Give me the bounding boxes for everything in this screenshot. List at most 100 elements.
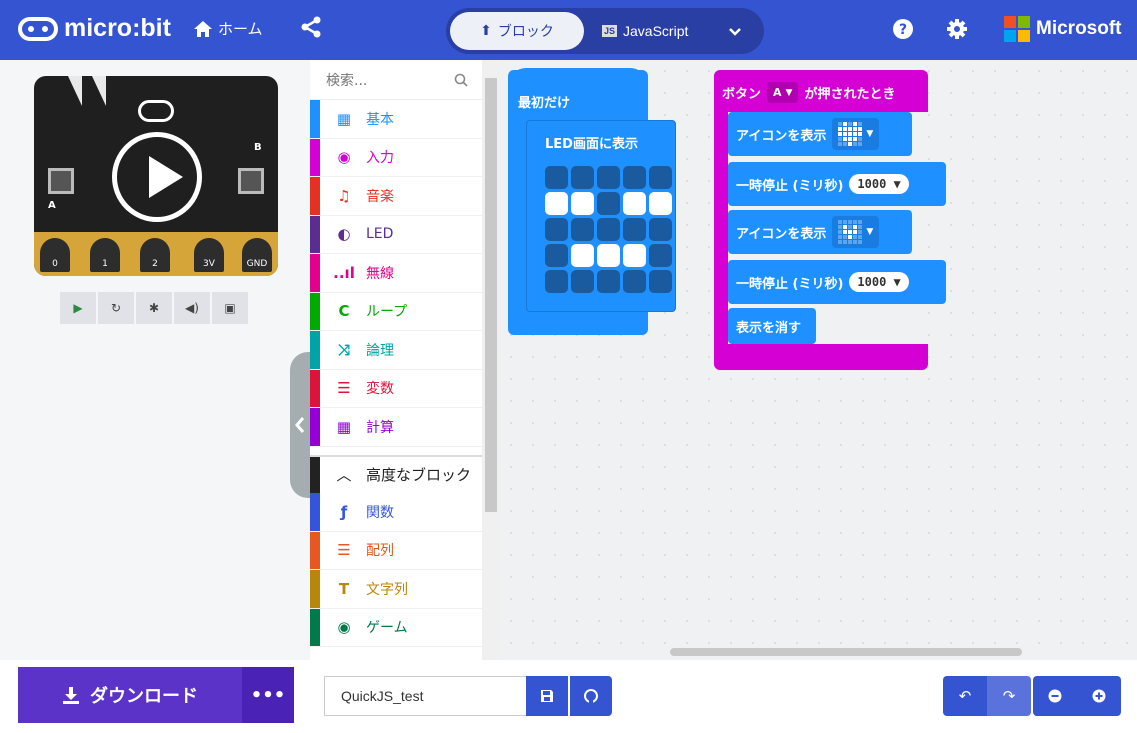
search-input[interactable]: 検索... <box>326 70 367 90</box>
blocks-mode-button[interactable]: ⬆ ブロック <box>450 12 584 50</box>
led-cell[interactable] <box>597 244 620 267</box>
toolbox-category-8[interactable]: ▦ 計算 <box>310 408 482 447</box>
javascript-mode-label: JavaScript <box>623 23 689 39</box>
debug-button[interactable]: ✱ <box>136 292 172 324</box>
more-options-button[interactable]: ••• <box>242 667 294 723</box>
microsoft-logo[interactable]: Microsoft <box>1004 16 1122 42</box>
category-icon: C <box>338 302 350 321</box>
led-cell[interactable] <box>545 192 568 215</box>
download-button[interactable]: ダウンロード <box>18 667 242 723</box>
redo-button[interactable]: ↷ <box>987 676 1031 716</box>
led-cell[interactable] <box>623 270 646 293</box>
show-leds-block[interactable]: LED画面に表示 <box>526 120 676 312</box>
toolbox-scrollbar[interactable] <box>482 60 500 660</box>
category-color-bar <box>310 215 320 253</box>
mute-button[interactable]: ◀) <box>174 292 210 324</box>
button-b[interactable] <box>238 168 264 194</box>
save-button[interactable] <box>526 676 568 716</box>
led-cell[interactable] <box>597 218 620 241</box>
led-cell[interactable] <box>623 244 646 267</box>
clear-screen-block[interactable]: 表示を消す <box>728 308 816 344</box>
led-cell[interactable] <box>649 244 672 267</box>
led-cell[interactable] <box>571 270 594 293</box>
toolbox-scroll-thumb[interactable] <box>485 78 497 512</box>
led-cell[interactable] <box>649 166 672 189</box>
pause-block-1[interactable]: 一時停止 (ミリ秒) 1000 ▼ <box>728 162 946 206</box>
led-cell[interactable] <box>649 218 672 241</box>
toolbox-advanced-category-1[interactable]: ☰ 配列 <box>310 531 482 570</box>
fullscreen-button[interactable]: ▣ <box>212 292 248 324</box>
show-icon-block-2[interactable]: アイコンを表示 ▼ <box>728 210 912 254</box>
home-button[interactable]: ホーム <box>194 18 263 39</box>
settings-button[interactable] <box>946 18 968 44</box>
button-select-dropdown[interactable]: A ▼ <box>767 82 799 103</box>
pin-1[interactable]: 1 <box>90 238 120 272</box>
led-cell[interactable] <box>571 166 594 189</box>
led-cell[interactable] <box>597 166 620 189</box>
led-cell[interactable] <box>571 192 594 215</box>
pin-2[interactable]: 2 <box>140 238 170 272</box>
javascript-mode-button[interactable]: JS JavaScript <box>602 12 688 50</box>
led-cell[interactable] <box>545 218 568 241</box>
toolbox-search[interactable]: 検索... <box>310 60 482 100</box>
led-cell[interactable] <box>571 244 594 267</box>
microbit-logo[interactable]: micro:bit <box>18 14 171 43</box>
toolbox-category-1[interactable]: ◉ 入力 <box>310 138 482 177</box>
pin-0[interactable]: 0 <box>40 238 70 272</box>
show-icon-block-1[interactable]: アイコンを表示 ▼ <box>728 112 912 156</box>
pin-3v[interactable]: 3V <box>194 238 224 272</box>
icon-select-dropdown-2[interactable]: ▼ <box>832 216 880 248</box>
pause-value-dropdown-1[interactable]: 1000 ▼ <box>849 174 909 194</box>
toolbox-category-3[interactable]: ◐ LED <box>310 215 482 254</box>
on-start-block[interactable]: 最初だけ LED画面に表示 <box>508 68 676 335</box>
led-cell[interactable] <box>597 192 620 215</box>
on-button-pressed-block[interactable]: ボタン A ▼ が押されたとき アイコンを表示 ▼ 一時停止 (ミリ秒) 100… <box>714 70 946 370</box>
workspace-scrollbar[interactable] <box>670 648 1022 656</box>
pin-gnd[interactable]: GND <box>242 238 272 272</box>
restart-button[interactable]: ↻ <box>98 292 134 324</box>
toolbox-advanced-category-2[interactable]: T 文字列 <box>310 570 482 609</box>
led-cell[interactable] <box>597 270 620 293</box>
pin-strip: 0 1 2 3V GND <box>34 232 278 276</box>
undo-button[interactable]: ↶ <box>943 676 987 716</box>
led-cell[interactable] <box>545 166 568 189</box>
project-name-input[interactable]: QuickJS_test <box>324 676 526 716</box>
toolbox-advanced-category-0[interactable]: ƒ 関数 <box>310 493 482 532</box>
toolbox-category-2[interactable]: ♫ 音楽 <box>310 177 482 216</box>
mode-dropdown-button[interactable] <box>728 20 742 46</box>
blocks-workspace[interactable]: 最初だけ LED画面に表示 ボタン A ▼ が押されたとき アイコンを表示 ▼ … <box>500 60 1137 660</box>
pause-block-2[interactable]: 一時停止 (ミリ秒) 1000 ▼ <box>728 260 946 304</box>
toolbox-category-0[interactable]: ▦ 基本 <box>310 100 482 139</box>
led-cell[interactable] <box>623 192 646 215</box>
blocks-mode-label: ブロック <box>497 24 554 40</box>
pause-value-dropdown-2[interactable]: 1000 ▼ <box>849 272 909 292</box>
led-cell[interactable] <box>623 166 646 189</box>
zoom-in-button[interactable] <box>1077 676 1121 716</box>
zoom-out-button[interactable] <box>1033 676 1077 716</box>
led-cell[interactable] <box>545 270 568 293</box>
help-button[interactable]: ? <box>892 18 914 44</box>
simulator-collapse-handle[interactable] <box>290 352 310 498</box>
led-grid[interactable] <box>545 166 672 293</box>
led-cell[interactable] <box>649 270 672 293</box>
led-cell[interactable] <box>571 218 594 241</box>
toolbox-category-6[interactable]: ⤨ 論理 <box>310 331 482 370</box>
toolbox-advanced-category-3[interactable]: ◉ ゲーム <box>310 608 482 647</box>
category-label: LED <box>366 226 394 243</box>
microbit-board[interactable]: A B 0 1 2 3V GND <box>34 76 278 276</box>
share-button[interactable] <box>300 16 322 42</box>
toolbox-category-4[interactable]: ..ıl 無線 <box>310 254 482 293</box>
led-cell[interactable] <box>545 244 568 267</box>
toolbox-category-7[interactable]: ☰ 変数 <box>310 369 482 408</box>
icon-select-dropdown-1[interactable]: ▼ <box>832 118 880 150</box>
github-button[interactable] <box>570 676 612 716</box>
advanced-blocks-toggle[interactable]: ︿ 高度なブロック <box>310 454 482 493</box>
button-a[interactable] <box>48 168 74 194</box>
led-cell[interactable] <box>623 218 646 241</box>
led-cell[interactable] <box>649 192 672 215</box>
category-icon: ▦ <box>336 109 352 128</box>
on-start-label: 最初だけ <box>518 96 571 111</box>
play-button[interactable]: ▶ <box>60 292 96 324</box>
toolbox-category-5[interactable]: C ループ <box>310 292 482 331</box>
play-icon[interactable] <box>112 132 202 222</box>
